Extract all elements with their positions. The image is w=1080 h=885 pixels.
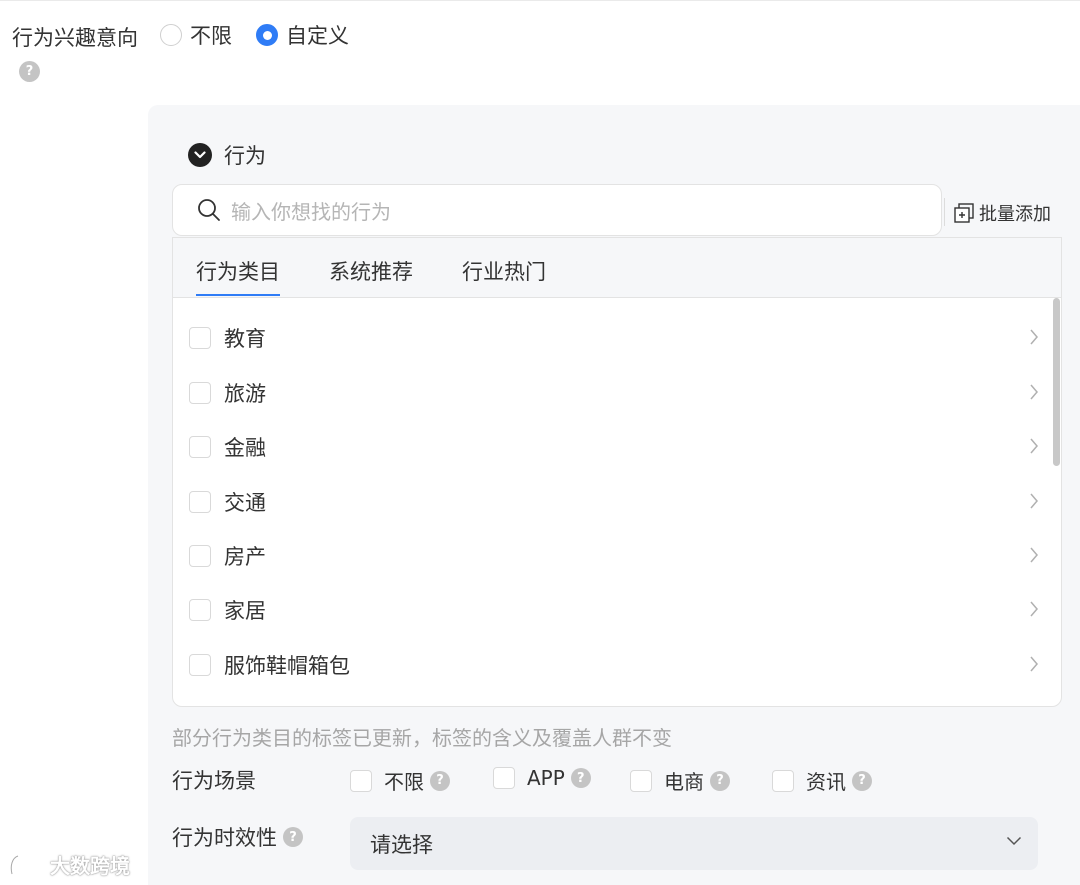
checkbox[interactable] (350, 769, 372, 792)
search-placeholder: 输入你想找的行为 (231, 199, 391, 224)
help-icon[interactable]: ? (852, 770, 872, 791)
scene-option-unlimited[interactable]: 不限 ? (350, 766, 450, 795)
watermark-logo-icon (9, 854, 42, 874)
chevron-right-icon[interactable] (1029, 328, 1039, 346)
checkbox[interactable] (189, 599, 211, 621)
checkbox[interactable] (189, 382, 211, 404)
scene-option-label: 资讯 (806, 770, 846, 794)
list-item-finance[interactable]: 金融 (189, 427, 1039, 467)
list-item-education[interactable]: 教育 (189, 318, 1039, 358)
item-label: 金融 (224, 436, 266, 460)
item-label: 服饰鞋帽箱包 (224, 654, 350, 678)
chevron-right-icon[interactable] (1029, 383, 1039, 401)
help-icon[interactable]: ? (430, 770, 450, 791)
help-icon[interactable]: ? (283, 827, 303, 847)
chevron-down-icon (1006, 836, 1022, 846)
radio-option-unlimited[interactable]: 不限 (160, 20, 232, 50)
checkbox[interactable] (189, 327, 211, 349)
help-icon[interactable]: ? (19, 61, 40, 82)
item-label: 旅游 (224, 382, 266, 406)
item-label: 家居 (224, 599, 266, 623)
item-label: 教育 (224, 327, 266, 351)
scene-option-label: APP (527, 766, 565, 790)
tab-industry-hot[interactable]: 行业热门 (462, 256, 546, 286)
scene-option-ecommerce[interactable]: 电商 ? (630, 766, 730, 795)
chevron-right-icon[interactable] (1029, 437, 1039, 455)
scene-option-label: 不限 (384, 770, 424, 794)
interest-label: 行为兴趣意向 (12, 26, 138, 50)
list-item-apparel[interactable]: 服饰鞋帽箱包 (189, 645, 1039, 685)
radio-label: 自定义 (286, 24, 349, 48)
section-title: 行为 (224, 144, 266, 168)
select-placeholder: 请选择 (370, 832, 433, 857)
batch-add-button[interactable]: 批量添加 (954, 200, 1051, 226)
item-label: 交通 (224, 491, 266, 515)
chevron-right-icon[interactable] (1029, 492, 1039, 510)
scene-option-app[interactable]: APP ? (493, 766, 591, 790)
timeliness-label: 行为时效性 (172, 826, 277, 850)
help-icon[interactable]: ? (570, 768, 591, 788)
scene-option-label: 电商 (664, 770, 704, 794)
help-icon[interactable]: ? (710, 770, 730, 791)
item-label: 房产 (224, 545, 266, 569)
chevron-right-icon[interactable] (1029, 600, 1039, 618)
watermark-text: 大数跨境 (50, 854, 130, 878)
tab-behavior-category[interactable]: 行为类目 (196, 256, 280, 296)
checkbox[interactable] (189, 654, 211, 676)
list-item-transport[interactable]: 交通 (189, 482, 1039, 522)
radio-button-checked[interactable] (256, 24, 278, 46)
scene-option-news[interactable]: 资讯 ? (772, 766, 872, 795)
timeliness-label-row: 行为时效性 ? (172, 822, 303, 852)
list-item-home[interactable]: 家居 (189, 590, 1039, 630)
search-icon (198, 199, 220, 221)
list-item-travel[interactable]: 旅游 (189, 373, 1039, 413)
category-list-box: 行为类目 系统推荐 行业热门 教育 旅游 金融 交通 房产 家居 服饰鞋帽箱包 (172, 237, 1062, 707)
behavior-section-toggle[interactable]: 行为 (188, 140, 266, 170)
checkbox[interactable] (630, 769, 652, 792)
scene-label: 行为场景 (172, 769, 256, 793)
chevron-right-icon[interactable] (1029, 546, 1039, 564)
radio-button[interactable] (160, 24, 182, 46)
watermark: 大数跨境 (8, 850, 130, 879)
behavior-search-input[interactable]: 输入你想找的行为 (172, 184, 942, 236)
checkbox[interactable] (189, 491, 211, 513)
radio-label: 不限 (190, 24, 232, 48)
checkbox[interactable] (772, 769, 794, 792)
divider (944, 198, 945, 226)
radio-option-custom[interactable]: 自定义 (256, 20, 349, 50)
interest-radio-group: 不限 自定义 (160, 20, 373, 50)
top-divider (0, 0, 1080, 4)
update-note: 部分行为类目的标签已更新，标签的含义及覆盖人群不变 (172, 726, 672, 750)
tab-bar: 行为类目 系统推荐 行业热门 (173, 238, 1061, 298)
scrollbar[interactable] (1053, 298, 1060, 466)
checkbox[interactable] (189, 436, 211, 458)
timeliness-select[interactable]: 请选择 (350, 817, 1038, 870)
chevron-right-icon[interactable] (1029, 655, 1039, 673)
list-item-real-estate[interactable]: 房产 (189, 536, 1039, 576)
checkbox[interactable] (493, 767, 515, 789)
checkbox[interactable] (189, 545, 211, 567)
batch-add-label: 批量添加 (979, 204, 1051, 225)
chevron-down-icon[interactable] (188, 143, 212, 167)
add-box-icon (954, 203, 974, 223)
tab-system-recommend[interactable]: 系统推荐 (329, 256, 413, 286)
